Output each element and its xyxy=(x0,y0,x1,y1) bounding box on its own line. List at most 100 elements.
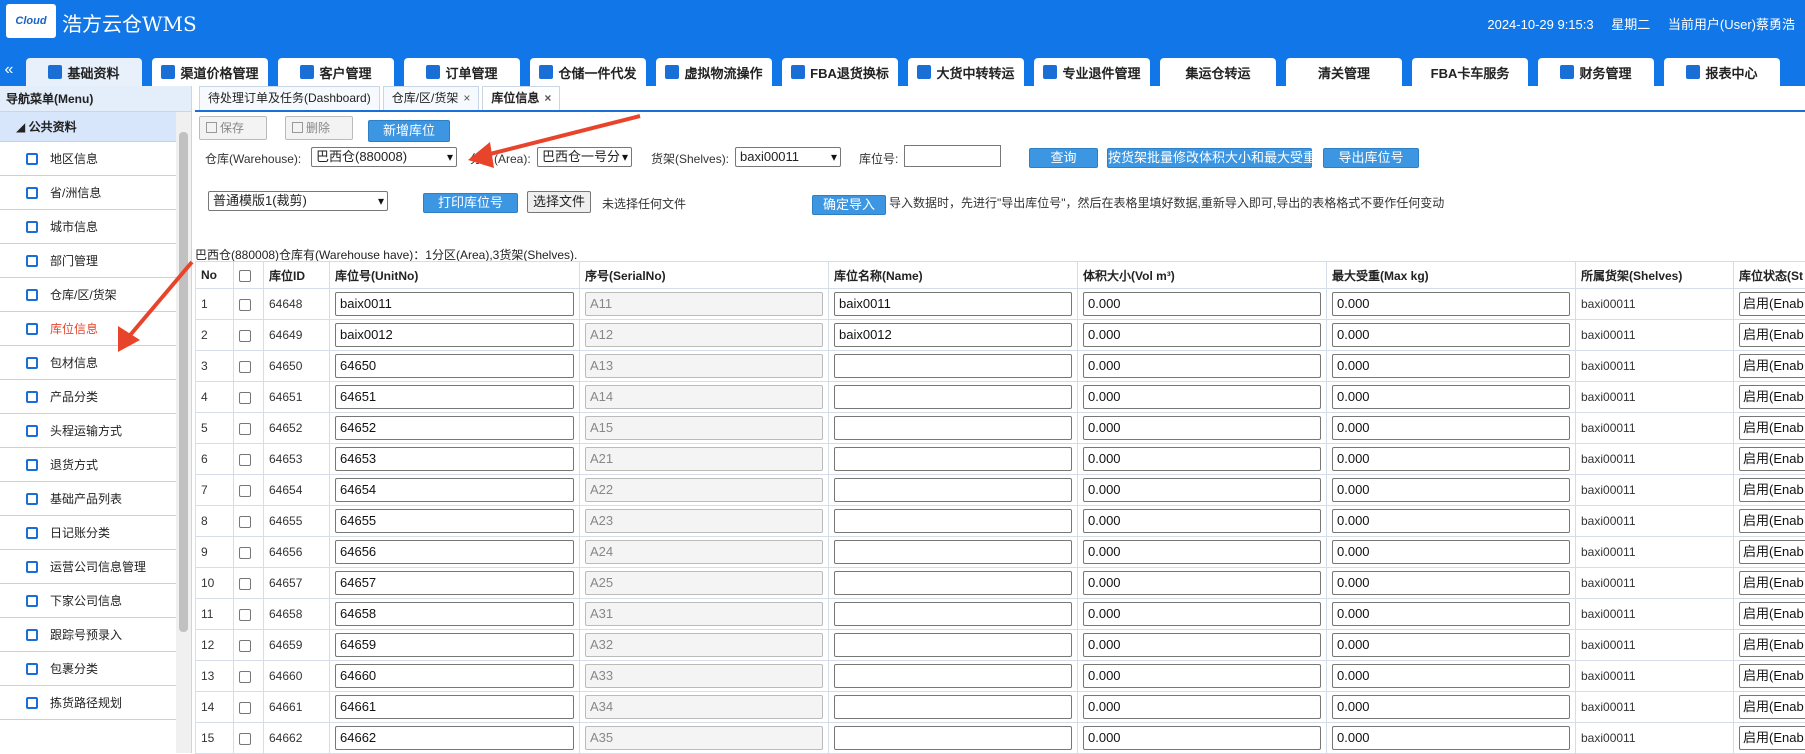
area-select[interactable]: 巴西仓一号分 xyxy=(537,147,632,167)
shelves-select[interactable]: baxi00011 xyxy=(735,147,841,167)
row-checkbox[interactable] xyxy=(239,330,251,342)
status-select[interactable]: 启用(Enab xyxy=(1739,540,1805,564)
close-icon[interactable]: × xyxy=(544,91,551,105)
volume-input[interactable]: 0.000 xyxy=(1083,478,1321,502)
status-select[interactable]: 启用(Enab xyxy=(1739,726,1805,750)
nav-tab-4[interactable]: 仓储一件代发 xyxy=(530,58,646,86)
max-weight-input[interactable]: 0.000 xyxy=(1332,540,1570,564)
max-weight-input[interactable]: 0.000 xyxy=(1332,478,1570,502)
status-select[interactable]: 启用(Enab xyxy=(1739,664,1805,688)
sidebar-item-11[interactable]: 日记账分类 xyxy=(0,516,176,550)
unit-no-input[interactable]: 64658 xyxy=(335,602,574,626)
unit-no-input[interactable]: 64650 xyxy=(335,354,574,378)
nav-tab-5[interactable]: 虚拟物流操作 xyxy=(656,58,772,86)
max-weight-input[interactable]: 0.000 xyxy=(1332,323,1570,347)
export-unit-button[interactable]: 导出库位号 xyxy=(1323,148,1419,168)
select-all-checkbox[interactable] xyxy=(239,270,251,282)
sidebar-item-4[interactable]: 仓库/区/货架 xyxy=(0,278,176,312)
unit-name-input[interactable] xyxy=(834,478,1072,502)
nav-tab-9[interactable]: 集运仓转运 xyxy=(1160,58,1276,86)
status-select[interactable]: 启用(Enab xyxy=(1739,571,1805,595)
confirm-import-button[interactable]: 确定导入 xyxy=(812,195,886,215)
unit-name-input[interactable] xyxy=(834,540,1072,564)
max-weight-input[interactable]: 0.000 xyxy=(1332,292,1570,316)
row-checkbox[interactable] xyxy=(239,516,251,528)
batch-modify-button[interactable]: 按货架批量修改体积大小和最大受重 xyxy=(1107,148,1312,168)
volume-input[interactable]: 0.000 xyxy=(1083,602,1321,626)
max-weight-input[interactable]: 0.000 xyxy=(1332,571,1570,595)
sidebar-item-13[interactable]: 下家公司信息 xyxy=(0,584,176,618)
volume-input[interactable]: 0.000 xyxy=(1083,633,1321,657)
row-checkbox[interactable] xyxy=(239,547,251,559)
status-select[interactable]: 启用(Enab xyxy=(1739,292,1805,316)
nav-tab-3[interactable]: 订单管理 xyxy=(404,58,520,86)
max-weight-input[interactable]: 0.000 xyxy=(1332,354,1570,378)
sidebar-item-2[interactable]: 城市信息 xyxy=(0,210,176,244)
sidebar-item-5[interactable]: 库位信息 xyxy=(0,312,176,346)
nav-tab-10[interactable]: 清关管理 xyxy=(1286,58,1402,86)
page-tab-1[interactable]: 仓库/区/货架× xyxy=(383,86,480,110)
status-select[interactable]: 启用(Enab xyxy=(1739,416,1805,440)
max-weight-input[interactable]: 0.000 xyxy=(1332,664,1570,688)
sidebar-item-12[interactable]: 运营公司信息管理 xyxy=(0,550,176,584)
row-checkbox[interactable] xyxy=(239,702,251,714)
unit-no-input[interactable]: 64653 xyxy=(335,447,574,471)
status-select[interactable]: 启用(Enab xyxy=(1739,323,1805,347)
nav-tab-1[interactable]: 渠道价格管理 xyxy=(152,58,268,86)
page-tab-0[interactable]: 待处理订单及任务(Dashboard) xyxy=(199,86,380,110)
row-checkbox[interactable] xyxy=(239,640,251,652)
unit-name-input[interactable] xyxy=(834,664,1072,688)
unit-no-input[interactable]: 64657 xyxy=(335,571,574,595)
unit-no-input[interactable]: baix0012 xyxy=(335,323,574,347)
row-checkbox[interactable] xyxy=(239,423,251,435)
sidebar-item-7[interactable]: 产品分类 xyxy=(0,380,176,414)
max-weight-input[interactable]: 0.000 xyxy=(1332,416,1570,440)
status-select[interactable]: 启用(Enab xyxy=(1739,385,1805,409)
unit-no-input[interactable]: 64654 xyxy=(335,478,574,502)
nav-scroll-left-icon[interactable]: « xyxy=(0,58,18,82)
status-select[interactable]: 启用(Enab xyxy=(1739,354,1805,378)
volume-input[interactable]: 0.000 xyxy=(1083,323,1321,347)
choose-file-button[interactable]: 选择文件 xyxy=(527,191,591,213)
unit-name-input[interactable] xyxy=(834,354,1072,378)
max-weight-input[interactable]: 0.000 xyxy=(1332,726,1570,750)
sidebar-item-14[interactable]: 跟踪号预录入 xyxy=(0,618,176,652)
nav-tab-0[interactable]: 基础资料 xyxy=(26,58,142,86)
nav-tab-12[interactable]: 财务管理 xyxy=(1538,58,1654,86)
status-select[interactable]: 启用(Enab xyxy=(1739,447,1805,471)
volume-input[interactable]: 0.000 xyxy=(1083,416,1321,440)
unit-no-input[interactable]: 64659 xyxy=(335,633,574,657)
add-unit-button[interactable]: 新增库位 xyxy=(368,120,450,142)
sidebar-item-9[interactable]: 退货方式 xyxy=(0,448,176,482)
unit-name-input[interactable] xyxy=(834,416,1072,440)
unit-no-input[interactable]: baix0011 xyxy=(335,292,574,316)
unit-name-input[interactable] xyxy=(834,447,1072,471)
nav-tab-13[interactable]: 报表中心 xyxy=(1664,58,1780,86)
row-checkbox[interactable] xyxy=(239,578,251,590)
sidebar-item-1[interactable]: 省/洲信息 xyxy=(0,176,176,210)
volume-input[interactable]: 0.000 xyxy=(1083,509,1321,533)
nav-tab-6[interactable]: FBA退货换标 xyxy=(782,58,898,86)
row-checkbox[interactable] xyxy=(239,733,251,745)
save-button[interactable]: 保存 xyxy=(199,116,267,140)
max-weight-input[interactable]: 0.000 xyxy=(1332,447,1570,471)
sidebar-scrollbar-thumb[interactable] xyxy=(179,132,188,632)
unit-name-input[interactable]: baix0011 xyxy=(834,292,1072,316)
volume-input[interactable]: 0.000 xyxy=(1083,726,1321,750)
unit-name-input[interactable] xyxy=(834,385,1072,409)
volume-input[interactable]: 0.000 xyxy=(1083,695,1321,719)
row-checkbox[interactable] xyxy=(239,392,251,404)
unit-name-input[interactable] xyxy=(834,602,1072,626)
max-weight-input[interactable]: 0.000 xyxy=(1332,633,1570,657)
unit-no-input[interactable]: 64662 xyxy=(335,726,574,750)
sidebar-item-15[interactable]: 包裹分类 xyxy=(0,652,176,686)
page-tab-2[interactable]: 库位信息× xyxy=(482,86,560,110)
row-checkbox[interactable] xyxy=(239,485,251,497)
nav-tab-8[interactable]: 专业退件管理 xyxy=(1034,58,1150,86)
row-checkbox[interactable] xyxy=(239,454,251,466)
volume-input[interactable]: 0.000 xyxy=(1083,664,1321,688)
sidebar-item-6[interactable]: 包材信息 xyxy=(0,346,176,380)
sidebar-item-8[interactable]: 头程运输方式 xyxy=(0,414,176,448)
sidebar-group-public[interactable]: ◢ 公共资料 xyxy=(0,112,191,142)
max-weight-input[interactable]: 0.000 xyxy=(1332,695,1570,719)
